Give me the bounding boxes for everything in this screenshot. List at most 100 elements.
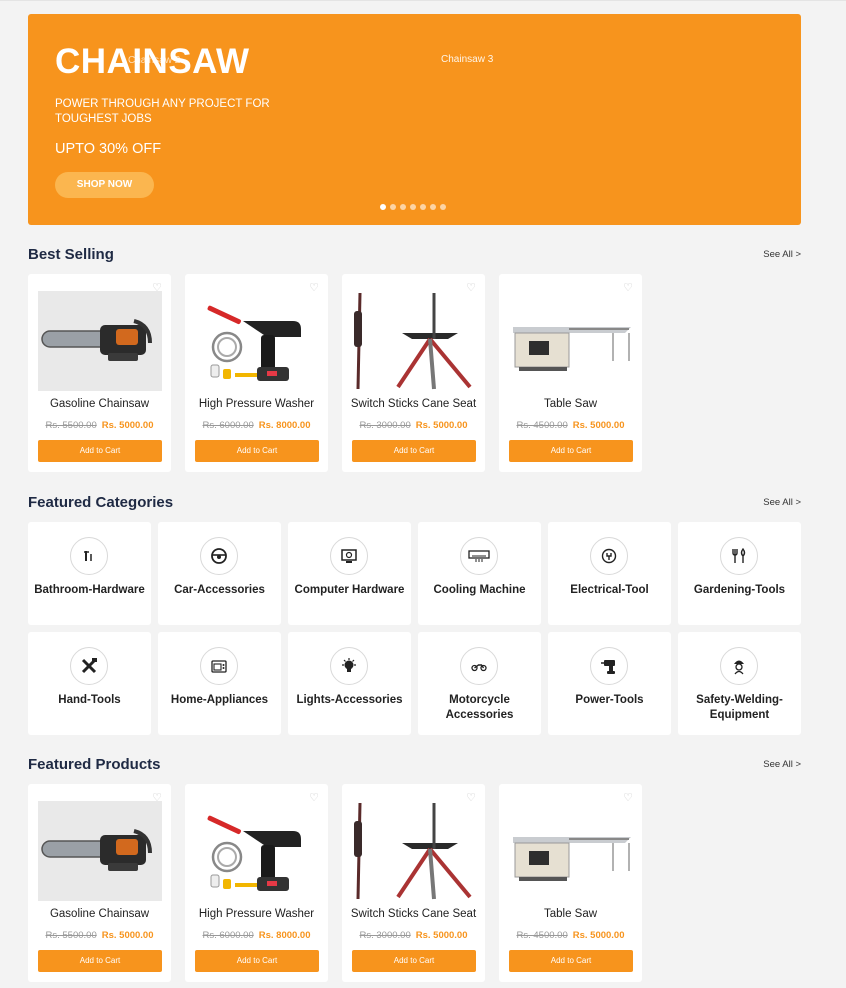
best-selling-see-all-link[interactable]: See All > [720,249,801,260]
category-label: Safety-Welding-Equipment [696,694,783,721]
carousel-dot[interactable] [380,204,386,210]
add-to-cart-button[interactable]: Add to Cart [352,440,476,462]
category-label: Gardening-Tools [693,584,786,596]
category-power-tools[interactable]: Power-Tools [548,632,671,735]
old-price: Rs. 4500.00 [516,420,568,431]
current-price: Rs. 5000.00 [101,420,154,431]
pressure-washer-image [195,291,319,391]
category-car-accessories[interactable]: Car-Accessories [158,522,281,625]
current-price: Rs. 8000.00 [258,420,311,431]
product-price: Rs. 5500.00 Rs. 5000.00 [28,420,171,431]
carousel-dot[interactable] [420,204,426,210]
product-card[interactable]: ♡ Gasoline Chainsaw Rs. 5500.00 Rs. 5000.… [28,784,171,982]
hand-tools-icon [70,647,108,685]
gardening-icon [720,537,758,575]
current-price: Rs. 5000.00 [101,930,154,941]
motorcycle-icon [460,647,498,685]
steering-wheel-icon [200,537,238,575]
carousel-dot[interactable] [390,204,396,210]
category-label: Hand-Tools [58,694,121,706]
carousel-dot[interactable] [440,204,446,210]
product-card[interactable]: ♡ Table Saw Rs. 4500.00 Rs. 5000.00 Add t… [499,784,642,982]
old-price: Rs. 6000.00 [202,420,254,431]
add-to-cart-button[interactable]: Add to Cart [509,440,633,462]
top-border [0,0,846,1]
current-price: Rs. 8000.00 [258,930,311,941]
best-selling-row: ♡ Gasoline Chainsaw Rs. 5500.00 Rs. 5000.… [28,274,642,472]
category-home-appliances[interactable]: Home-Appliances [158,632,281,735]
product-name[interactable]: Gasoline Chainsaw [36,908,163,920]
current-price: Rs. 5000.00 [572,930,625,941]
slide-ghost-label-right: Chainsaw 3 [441,54,494,65]
category-hand-tools[interactable]: Hand-Tools [28,632,151,735]
category-safety-welding-equipment[interactable]: Safety-Welding-Equipment [678,632,801,735]
bulb-icon [330,647,368,685]
add-to-cart-button[interactable]: Add to Cart [509,950,633,972]
chainsaw-image [38,801,162,901]
carousel-dots [380,204,446,210]
featured-products-see-all-link[interactable]: See All > [720,759,801,770]
category-gardening-tools[interactable]: Gardening-Tools [678,522,801,625]
cane-seat-image [352,801,476,901]
current-price: Rs. 5000.00 [415,930,468,941]
product-card[interactable]: ♡ High Pressure Washer Rs. 6000.00 Rs. 80… [185,784,328,982]
add-to-cart-button[interactable]: Add to Cart [38,950,162,972]
hero-offer: UPTO 30% OFF [55,141,162,157]
hero-subtitle: POWER THROUGH ANY PROJECT FOR TOUGHEST J… [55,98,270,125]
pressure-washer-image [195,801,319,901]
category-label: Bathroom-Hardware [34,584,145,596]
category-bathroom-hardware[interactable]: Bathroom-Hardware [28,522,151,625]
category-label: Cooling Machine [433,584,526,596]
category-label: Electrical-Tool [570,584,649,596]
product-name[interactable]: Table Saw [507,908,634,920]
add-to-cart-button[interactable]: Add to Cart [352,950,476,972]
product-card[interactable]: ♡ Switch Sticks Cane Seat Rs. 3000.00 Rs.… [342,784,485,982]
featured-categories-title: Featured Categories [28,494,174,511]
product-price: Rs. 6000.00 Rs. 8000.00 [185,420,328,431]
product-name[interactable]: Switch Sticks Cane Seat [350,908,477,920]
carousel-dot[interactable] [410,204,416,210]
product-card[interactable]: ♡ Gasoline Chainsaw Rs. 5500.00 Rs. 5000.… [28,274,171,472]
carousel-dot[interactable] [430,204,436,210]
category-label: Home-Appliances [170,694,269,706]
category-grid: Bathroom-Hardware Car-Accessories Comput… [28,522,801,735]
table-saw-image [509,291,633,391]
add-to-cart-button[interactable]: Add to Cart [38,440,162,462]
hero-banner[interactable]: Chainsaw 2 Chainsaw 3 CHAINSAW POWER THR… [28,14,801,225]
old-price: Rs. 4500.00 [516,930,568,941]
product-name[interactable]: High Pressure Washer [193,908,320,920]
old-price: Rs. 3000.00 [359,420,411,431]
category-lights-accessories[interactable]: Lights-Accessories [288,632,411,735]
category-motorcycle-accessories[interactable]: Motorcycle Accessories [418,632,541,735]
product-name[interactable]: Gasoline Chainsaw [36,398,163,410]
category-computer-hardware[interactable]: Computer Hardware [288,522,411,625]
product-name[interactable]: High Pressure Washer [193,398,320,410]
current-price: Rs. 5000.00 [415,420,468,431]
air-conditioner-icon [460,537,498,575]
product-name[interactable]: Switch Sticks Cane Seat [350,398,477,410]
product-price: Rs. 4500.00 Rs. 5000.00 [499,930,642,941]
add-to-cart-button[interactable]: Add to Cart [195,440,319,462]
category-label: Motorcycle Accessories [445,694,514,721]
old-price: Rs. 5500.00 [45,930,97,941]
drill-icon [590,647,628,685]
product-name[interactable]: Table Saw [507,398,634,410]
category-cooling-machine[interactable]: Cooling Machine [418,522,541,625]
plug-icon [590,537,628,575]
featured-products-title: Featured Products [28,756,161,773]
category-electrical-tool[interactable]: Electrical-Tool [548,522,671,625]
product-card[interactable]: ♡ High Pressure Washer Rs. 6000.00 Rs. 80… [185,274,328,472]
carousel-dot[interactable] [400,204,406,210]
shop-now-button[interactable]: SHOP NOW [55,172,154,198]
current-price: Rs. 5000.00 [572,420,625,431]
featured-products-row: ♡ Gasoline Chainsaw Rs. 5500.00 Rs. 5000.… [28,784,642,982]
product-price: Rs. 6000.00 Rs. 8000.00 [185,930,328,941]
product-card[interactable]: ♡ Table Saw Rs. 4500.00 Rs. 5000.00 Add t… [499,274,642,472]
chainsaw-image [38,291,162,391]
category-label: Power-Tools [575,694,644,706]
add-to-cart-button[interactable]: Add to Cart [195,950,319,972]
featured-categories-see-all-link[interactable]: See All > [720,497,801,508]
safety-icon [720,647,758,685]
computer-icon [330,537,368,575]
product-card[interactable]: ♡ Switch Sticks Cane Seat Rs. 3000.00 Rs.… [342,274,485,472]
